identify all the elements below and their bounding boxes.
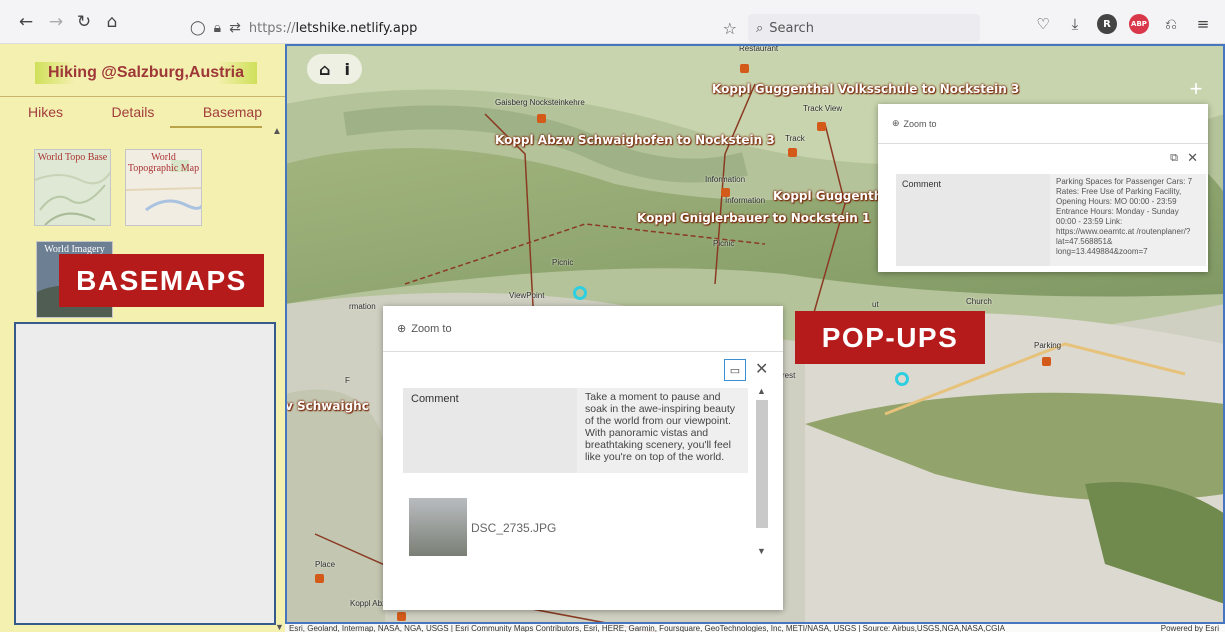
zoom-in-button[interactable]: + [1185, 78, 1207, 100]
basemap-label: World Topographic Map [127, 152, 200, 174]
attachment-thumbnail[interactable] [409, 498, 467, 556]
back-icon[interactable]: ← [12, 8, 40, 36]
field-name: Comment [403, 388, 577, 473]
scroll-up-icon[interactable]: ▲ [757, 386, 766, 396]
trail-label[interactable]: v Schwaighc [285, 399, 369, 413]
attachment-name[interactable]: DSC_2735.JPG [471, 521, 556, 535]
extensions-icon[interactable]: ⎌ [1161, 14, 1181, 34]
profile-icon[interactable]: R [1097, 14, 1117, 34]
basemaps-annotation: BASEMAPS [59, 254, 264, 307]
permissions-icon[interactable]: ⇄ [229, 20, 241, 36]
zoom-icon: ⊕ [397, 323, 407, 335]
app-title: Hiking @Salzburg,Austria [35, 62, 257, 84]
poi-label: Parking [1034, 341, 1062, 350]
scrollbar-thumb[interactable] [756, 400, 768, 528]
info-icon[interactable]: i [344, 60, 349, 79]
shield-icon[interactable]: ◯ [190, 20, 206, 36]
powered-by[interactable]: Powered by Esri [1161, 624, 1219, 632]
poi-label: rest [782, 371, 796, 380]
scroll-down-icon[interactable]: ▼ [757, 546, 766, 556]
scroll-down-icon[interactable]: ▼ [275, 622, 284, 632]
url-text[interactable]: https://letshike.netlify.app [249, 21, 417, 36]
home-icon[interactable]: ⌂ [319, 60, 330, 79]
download-icon[interactable]: ⤓ [1065, 14, 1085, 34]
close-icon[interactable]: ✕ [1187, 150, 1198, 166]
popup-scrollbar[interactable]: ▲ ▼ [755, 386, 769, 561]
divider [0, 96, 285, 97]
map-attribution: Esri, Geoland, Intermap, NASA, NGA, USGS… [285, 624, 1225, 632]
close-icon[interactable]: ✕ [755, 359, 768, 379]
poi-label: Information [705, 175, 746, 184]
poi-icon[interactable] [817, 122, 826, 131]
poi-label: Track [785, 134, 805, 143]
poi-icon[interactable] [537, 114, 546, 123]
poi-label: Restaurant [739, 44, 779, 53]
dock-icon[interactable]: ⧉ [1170, 152, 1178, 165]
search-input[interactable]: ⌕ Search [748, 14, 980, 42]
poi-label: Church [966, 297, 992, 306]
tab-details[interactable]: Details [109, 104, 158, 120]
restaurant-icon[interactable] [740, 64, 749, 73]
poi-label: ViewPoint [509, 291, 545, 300]
adblock-icon[interactable]: ABP [1129, 14, 1149, 34]
basemap-world-topo-base[interactable]: World Topo Base [34, 149, 111, 226]
field-name: Comment [896, 174, 1050, 266]
menu-icon[interactable]: ≡ [1193, 14, 1213, 34]
search-icon: ⌕ [756, 20, 764, 36]
attribute-table: Comment Take a moment to pause and soak … [403, 388, 748, 473]
popups-annotation: POP-UPS [795, 311, 985, 364]
poi-label: Picnic [552, 258, 574, 267]
popup-parking: ⊕ Zoom to ⧉ ✕ Comment Parking Spaces for… [878, 104, 1208, 272]
poi-label: Gaisberg Nocksteinkehre [495, 98, 585, 107]
trail-label[interactable]: Koppl Guggenthal [773, 189, 895, 203]
url-bar[interactable]: ◯ 🔒︎ ⇄ https://letshike.netlify.app ☆ [190, 14, 745, 42]
reload-icon[interactable]: ↻ [70, 8, 98, 36]
home-icon[interactable]: ⌂ [98, 8, 126, 36]
attribute-table: Comment Parking Spaces for Passenger Car… [896, 174, 1208, 266]
zoom-to-row[interactable]: ⊕ Zoom to [878, 104, 1208, 144]
poi-icon[interactable] [788, 148, 797, 157]
pocket-icon[interactable]: ♡ [1033, 14, 1053, 34]
poi-label: ut [872, 300, 879, 309]
browser-toolbar: ← → ↻ ⌂ ◯ 🔒︎ ⇄ https://letshike.netlify.… [0, 0, 1225, 44]
sidebar-tabs: Hikes Details Basemap [25, 104, 265, 120]
map-controls: ⌂ i [307, 54, 362, 84]
poi-label: Track View [803, 104, 843, 113]
active-tab-indicator [170, 126, 262, 128]
trail-label[interactable]: Koppl Guggenthal Volksschule to Nockstei… [712, 82, 1019, 96]
zoom-icon: ⊕ [892, 118, 900, 128]
trail-label[interactable]: Koppl Abzw Schwaighofen to Nockstein 3 [495, 133, 775, 147]
information-icon[interactable] [721, 188, 730, 197]
forward-icon[interactable]: → [42, 8, 70, 36]
parking-icon[interactable] [1042, 357, 1051, 366]
sidebar: Hiking @Salzburg,Austria Hikes Details B… [0, 44, 285, 632]
field-value: Parking Spaces for Passenger Cars: 7 Rat… [1050, 174, 1206, 266]
selected-parking-marker[interactable] [895, 372, 909, 386]
poi-label: Information [725, 196, 766, 205]
tab-basemap[interactable]: Basemap [200, 104, 265, 120]
poi-icon[interactable] [397, 612, 406, 621]
bookmark-star-icon[interactable]: ☆ [723, 19, 737, 38]
toolbar-icons: ♡ ⤓ R ABP ⎌ ≡ [1033, 14, 1213, 34]
lock-icon[interactable]: 🔒︎ [214, 20, 221, 36]
field-value: Take a moment to pause and soak in the a… [577, 388, 748, 473]
tab-hikes[interactable]: Hikes [25, 104, 66, 120]
basemap-world-topographic-map[interactable]: World Topographic Map [125, 149, 202, 226]
poi-label: F [345, 376, 350, 385]
selected-viewpoint-marker[interactable] [573, 286, 587, 300]
poi-label: Picnic [713, 239, 735, 248]
poi-label: rmation [349, 302, 376, 311]
basemap-label: World Topo Base [37, 152, 108, 163]
popup-viewpoint: ⊕ Zoom to ▭ ✕ Comment Take a moment to p… [383, 306, 783, 610]
map-view[interactable]: ⌂ i + Koppl Guggenthal Volksschule to No… [285, 44, 1225, 632]
details-panel [14, 322, 276, 625]
dock-icon[interactable]: ▭ [724, 359, 746, 381]
poi-label: Place [315, 560, 336, 569]
zoom-to-row[interactable]: ⊕ Zoom to [383, 306, 783, 352]
trail-label[interactable]: Koppl Gniglerbauer to Nockstein 1 [637, 211, 870, 225]
poi-icon[interactable] [315, 574, 324, 583]
